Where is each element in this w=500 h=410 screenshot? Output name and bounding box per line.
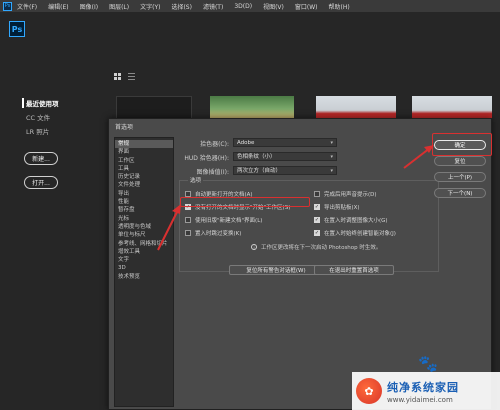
category-item[interactable]: 历史记录 <box>115 173 173 181</box>
chevron-down-icon: ▾ <box>330 154 333 160</box>
paw-icon: 🐾 <box>418 354 438 373</box>
option-label: 导出剪贴板(X) <box>324 205 360 211</box>
menu-type[interactable]: 文字(Y) <box>140 2 160 11</box>
option-beep-when-done[interactable]: 完成后用声音提示(D) <box>314 190 377 198</box>
hud-picker-value: 色相条纹（小） <box>237 154 276 160</box>
option-skip-transform[interactable]: 置入时跳过变换(K) <box>185 229 241 237</box>
menu-image[interactable]: 图像(I) <box>80 2 98 11</box>
checkbox[interactable] <box>314 191 320 197</box>
new-button[interactable]: 新建... <box>24 152 58 165</box>
category-item[interactable]: 参考线、网格和切片 <box>115 240 173 248</box>
category-item[interactable]: 导出 <box>115 190 173 198</box>
image-interpolation-label: 图像插值(I): <box>196 169 229 176</box>
category-item[interactable]: 界面 <box>115 148 173 156</box>
list-view-icon[interactable] <box>128 73 135 80</box>
category-item[interactable]: 技术预览 <box>115 273 173 281</box>
color-picker-label: 拾色器(C): <box>200 141 229 148</box>
option-label: 使用旧版"新建文档"界面(L) <box>195 218 263 224</box>
menu-view[interactable]: 视图(V) <box>263 2 284 11</box>
menu-layer[interactable]: 图层(L) <box>109 2 129 11</box>
category-item[interactable]: 单位与标尺 <box>115 231 173 239</box>
menu-filter[interactable]: 滤镜(T) <box>203 2 223 11</box>
option-label: 置入时跳过变换(K) <box>195 231 242 237</box>
nav-lr-photos[interactable]: LR 照片 <box>26 126 59 136</box>
option-label: 在置入时调整图像大小(G) <box>324 218 388 224</box>
reset-prefs-on-quit-button[interactable]: 在退出时重置首选项 <box>314 265 394 275</box>
grid-view-icon[interactable] <box>114 73 121 80</box>
options-title: 选项 <box>188 176 204 184</box>
category-item[interactable]: 工作区 <box>115 157 173 165</box>
hud-picker-label: HUD 拾色器(H): <box>184 155 229 162</box>
highlight-box-ok <box>432 133 492 156</box>
menu-select[interactable]: 选择(S) <box>171 2 192 11</box>
photoshop-logo: Ps <box>9 21 25 37</box>
home-nav: 最近使用项 CC 文件 LR 照片 <box>22 98 59 140</box>
option-label: 完成后用声音提示(D) <box>324 192 377 198</box>
checkbox-checked[interactable]: ✓ <box>314 204 320 210</box>
watermark-url: www.yidaimei.com <box>387 395 453 404</box>
hud-picker-select[interactable]: 色相条纹（小） ▾ <box>233 152 337 161</box>
category-item[interactable]: 透明度与色域 <box>115 223 173 231</box>
category-item[interactable]: 增效工具 <box>115 248 173 256</box>
option-smart-object-on-place[interactable]: ✓ 在置入时始终创建智能对象(J) <box>314 229 396 237</box>
site-watermark: ✿ 纯净系统家园 www.yidaimei.com <box>352 372 500 410</box>
nav-cc-files[interactable]: CC 文件 <box>26 112 59 122</box>
chevron-down-icon: ▾ <box>330 168 333 174</box>
menu-help[interactable]: 帮助(H) <box>329 2 350 11</box>
color-picker-value: Adobe <box>237 140 255 146</box>
image-interpolation-select[interactable]: 两次立方（自动） ▾ <box>233 166 337 175</box>
checkbox-checked[interactable]: ✓ <box>314 230 320 236</box>
image-interpolation-value: 两次立方（自动） <box>237 168 282 174</box>
checkbox-checked[interactable]: ✓ <box>314 217 320 223</box>
menu-window[interactable]: 窗口(W) <box>295 2 318 11</box>
category-item[interactable]: 3D <box>115 264 173 272</box>
open-button[interactable]: 打开... <box>24 176 58 189</box>
view-toggles <box>114 73 135 80</box>
option-export-clipboard[interactable]: ✓ 导出剪贴板(X) <box>314 203 360 211</box>
watermark-logo-icon: ✿ <box>356 378 382 404</box>
watermark-title: 纯净系统家园 <box>387 380 459 394</box>
category-item[interactable]: 暂存盘 <box>115 206 173 214</box>
checkbox[interactable] <box>185 217 191 223</box>
option-label: 在置入时始终创建智能对象(J) <box>324 231 396 237</box>
color-picker-select[interactable]: Adobe ▾ <box>233 138 337 147</box>
app-icon[interactable]: Ps <box>3 1 12 11</box>
info-text: 工作区更改将在下一次启动 Photoshop 时生效。 <box>261 245 382 251</box>
category-general[interactable]: 常规 <box>115 140 173 149</box>
menu-edit[interactable]: 编辑(E) <box>48 2 68 11</box>
category-list: 常规 界面 工作区 工具 历史记录 文件处理 导出 性能 暂存盘 光标 透明度与… <box>114 137 174 407</box>
category-item[interactable]: 性能 <box>115 198 173 206</box>
option-resize-on-place[interactable]: ✓ 在置入时调整图像大小(G) <box>314 216 388 224</box>
category-item[interactable]: 光标 <box>115 215 173 223</box>
chevron-down-icon: ▾ <box>330 140 333 146</box>
nav-recent[interactable]: 最近使用项 <box>22 98 59 108</box>
checkbox[interactable] <box>185 230 191 236</box>
dialog-title: 首选项 <box>115 124 134 131</box>
reset-button[interactable]: 复位 <box>434 156 486 166</box>
option-legacy-new-doc[interactable]: 使用旧版"新建文档"界面(L) <box>185 216 262 224</box>
category-item[interactable]: 工具 <box>115 165 173 173</box>
menu-3d[interactable]: 3D(D) <box>234 3 252 10</box>
workspace-info: i 工作区更改将在下一次启动 Photoshop 时生效。 <box>251 243 381 251</box>
next-button[interactable]: 下一个(N) <box>434 188 486 198</box>
menu-file[interactable]: 文件(F) <box>17 2 37 11</box>
reset-warnings-button[interactable]: 复位所有警告对话框(W) <box>229 265 323 275</box>
menu-bar: Ps 文件(F) 编辑(E) 图像(I) 图层(L) 文字(Y) 选择(S) 滤… <box>0 0 500 12</box>
category-item[interactable]: 文件处理 <box>115 181 173 189</box>
info-icon: i <box>251 244 257 250</box>
highlight-box-option <box>180 197 310 207</box>
previous-button[interactable]: 上一个(P) <box>434 172 486 182</box>
category-item[interactable]: 文字 <box>115 256 173 264</box>
